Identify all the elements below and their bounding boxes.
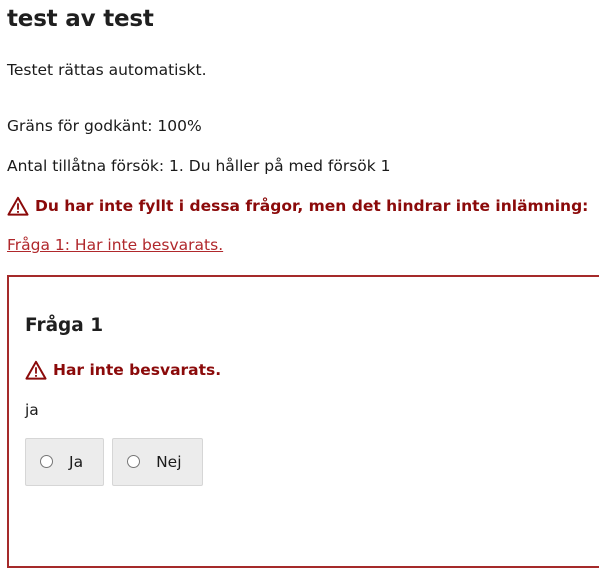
question-status-text: Har inte besvarats.	[53, 361, 222, 379]
unanswered-warning: Du har inte fyllt i dessa frågor, men de…	[7, 196, 588, 216]
quiz-page: test av test Testet rättas automatiskt. …	[0, 0, 599, 582]
radio-ja[interactable]	[40, 454, 53, 468]
question-title: Fråga 1	[25, 315, 104, 336]
unanswered-warning-text: Du har inte fyllt i dessa frågor, men de…	[35, 197, 589, 215]
auto-grade-note: Testet rättas automatiskt.	[7, 61, 207, 79]
pass-limit-text: Gräns för godkänt: 100%	[7, 117, 202, 135]
attempts-text: Antal tillåtna försök: 1. Du håller på m…	[7, 157, 391, 175]
question-status: Har inte besvarats.	[25, 360, 221, 380]
warning-triangle-icon	[25, 360, 47, 380]
option-ja-label: Ja	[69, 453, 84, 471]
question-text: ja	[25, 401, 39, 419]
warning-triangle-icon	[7, 196, 29, 216]
option-nej-label: Nej	[156, 453, 182, 471]
option-ja[interactable]: Ja	[25, 438, 105, 486]
page-title: test av test	[7, 6, 154, 32]
answer-options: Ja Nej	[25, 438, 203, 486]
question-1-link[interactable]: Fråga 1: Har inte besvarats.	[7, 236, 223, 254]
radio-nej[interactable]	[127, 454, 141, 468]
option-nej[interactable]: Nej	[112, 438, 203, 486]
question-card: Fråga 1 Har inte besvarats. ja Ja Nej	[7, 275, 599, 568]
